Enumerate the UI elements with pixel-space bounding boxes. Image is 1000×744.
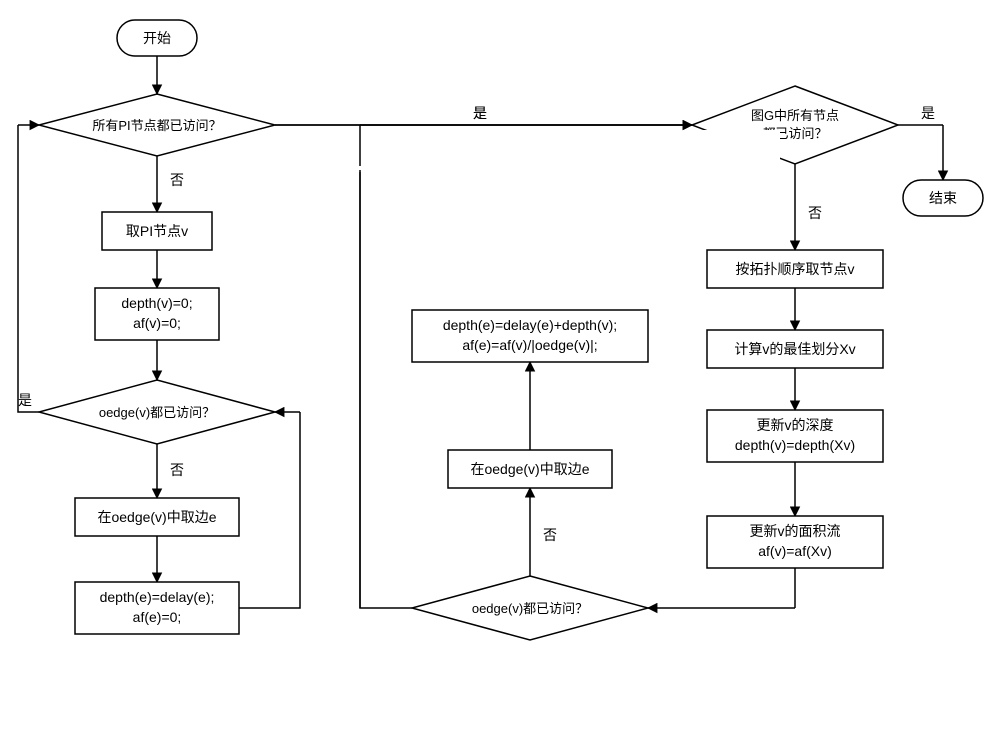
d3-no-label: 否 (170, 462, 184, 478)
d1-yes-label: 是 (473, 105, 487, 121)
d2-yes-label: 是 (921, 105, 935, 121)
d3-label: oedge(v)都已访问？ (99, 405, 215, 420)
edge-d3-d1-loop-1 (18, 125, 39, 412)
d4-no-label: 否 (543, 527, 557, 543)
d1-no-label: 否 (170, 172, 184, 188)
p4-label-line2: af(e)=0; (133, 609, 182, 625)
d2-label-line2: 都已访问？ (762, 126, 827, 141)
p10-label-line2: af(e)=af(v)/|oedge(v)|; (462, 337, 597, 353)
end-label: 结束 (929, 190, 957, 206)
d4-label: oedge(v)都已访问？ (472, 601, 588, 616)
p4-label-line1: depth(e)=delay(e); (100, 589, 215, 605)
flowchart-canvas: 开始 所有PI节点都已访问？ 是 图G中所有节点 都已访问？ 是 结束 否 取P… (0, 0, 1000, 744)
edge-d4-d2-loop-2 (360, 140, 755, 166)
p2-label-line1: depth(v)=0; (121, 295, 192, 311)
p1-label: 取PI节点v (126, 223, 188, 239)
p7-label-line2: depth(v)=depth(Xv) (735, 437, 855, 453)
p8-label-line1: 更新v的面积流 (750, 523, 841, 539)
d3-yes-label: 是 (18, 392, 32, 408)
p5-label: 按拓扑顺序取节点v (736, 261, 855, 277)
d1-label: 所有PI节点都已访问？ (92, 118, 221, 133)
p10-label-line1: depth(e)=delay(e)+depth(v); (443, 317, 617, 333)
d2-label-line1: 图G中所有节点 (751, 108, 839, 123)
p8-label-line2: af(v)=af(Xv) (758, 543, 832, 559)
d2-no-label: 否 (808, 205, 822, 221)
edge-d4-d2-loop-1 (360, 166, 412, 608)
p7-label-line1: 更新v的深度 (757, 417, 834, 433)
p6-label: 计算v的最佳划分Xv (734, 341, 855, 357)
p2-label-line2: af(v)=0; (133, 315, 181, 331)
p9-label: 在oedge(v)中取边e (470, 461, 589, 477)
p3-label: 在oedge(v)中取边e (97, 509, 216, 525)
edge-p4-d3-loop-1 (239, 412, 300, 608)
decision-all-g-visited (692, 86, 898, 164)
start-label: 开始 (143, 30, 171, 46)
